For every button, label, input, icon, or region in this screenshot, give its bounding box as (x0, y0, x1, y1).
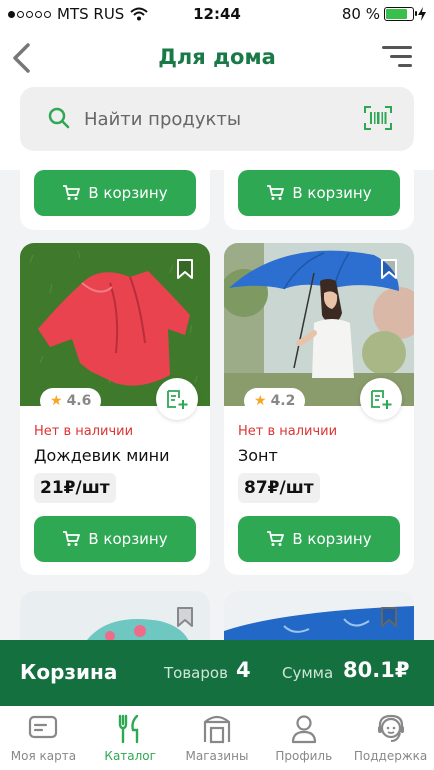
product-name[interactable]: Дождевик мини (34, 446, 170, 465)
cart-icon (267, 531, 285, 546)
product-card[interactable] (224, 591, 414, 640)
star-icon: ★ (50, 393, 63, 409)
product-card-umbrella[interactable]: ★ 4.2 Нет в наличии Зонт 87₽/шт В корзин… (224, 243, 414, 575)
rating-value: 4.2 (270, 393, 296, 409)
add-to-cart-button[interactable]: В корзину (238, 170, 400, 216)
tab-my-card[interactable]: Моя карта (0, 706, 87, 770)
catalog-icon (118, 714, 139, 744)
tab-support[interactable]: Поддержка (347, 706, 434, 770)
product-price: 87₽/шт (238, 473, 320, 503)
add-to-list-icon (371, 390, 392, 409)
rating-badge: ★ 4.2 (244, 388, 306, 414)
product-grid: В корзину В корзину ★ 4.6 Нет в наличии … (0, 170, 434, 640)
add-to-list-button[interactable] (156, 378, 198, 420)
cart-sum-label: Сумма (282, 664, 334, 682)
cart-icon (63, 185, 81, 200)
add-to-cart-button[interactable]: В корзину (238, 516, 400, 562)
tab-label: Поддержка (353, 749, 428, 763)
battery-percent: 80 % (341, 5, 380, 23)
cart-items-label: Товаров (164, 664, 228, 682)
bookmark-icon[interactable] (380, 258, 398, 280)
cart-sum-value: 80.1₽ (343, 658, 410, 682)
search-icon (48, 107, 70, 129)
tab-bar: Моя карта Каталог Магазины Профиль Подде… (0, 706, 434, 770)
tab-label: Каталог (104, 749, 156, 763)
cart-icon (63, 531, 81, 546)
bookmark-icon[interactable] (176, 606, 194, 628)
page-title: Для дома (158, 45, 276, 69)
tab-profile[interactable]: Профиль (260, 706, 347, 770)
product-card[interactable] (20, 591, 210, 640)
search-bar[interactable] (20, 87, 414, 151)
stock-status: Нет в наличии (238, 424, 338, 439)
tab-stores[interactable]: Магазины (174, 706, 261, 770)
add-to-cart-label: В корзину (292, 184, 372, 202)
rating-value: 4.6 (66, 393, 92, 409)
add-to-cart-label: В корзину (88, 184, 168, 202)
support-icon (377, 714, 404, 742)
cart-icon (267, 185, 285, 200)
product-card[interactable]: В корзину (224, 170, 414, 230)
charging-icon (418, 7, 426, 21)
store-icon (203, 715, 231, 744)
bookmark-icon[interactable] (380, 606, 398, 628)
cart-items-count: 4 (236, 658, 251, 682)
bookmark-icon[interactable] (176, 258, 194, 280)
product-price: 21₽/шт (34, 473, 116, 503)
add-to-cart-label: В корзину (292, 530, 372, 548)
sort-menu-icon[interactable] (382, 46, 412, 68)
add-to-list-button[interactable] (360, 378, 402, 420)
add-to-list-icon (167, 390, 188, 409)
header: Для дома (0, 30, 434, 170)
product-card[interactable]: В корзину (20, 170, 210, 230)
tab-label: Профиль (275, 749, 333, 763)
add-to-cart-button[interactable]: В корзину (34, 516, 196, 562)
battery-icon (384, 7, 417, 21)
rating-badge: ★ 4.6 (40, 388, 102, 414)
tab-label: Магазины (185, 749, 249, 763)
product-card-raincoat[interactable]: ★ 4.6 Нет в наличии Дождевик мини 21₽/шт… (20, 243, 210, 575)
add-to-cart-label: В корзину (88, 530, 168, 548)
add-to-cart-button[interactable]: В корзину (34, 170, 196, 216)
cart-title: Корзина (20, 660, 118, 684)
status-bar: MTS RUS 12:44 80 % (0, 0, 434, 30)
profile-icon (291, 715, 316, 744)
barcode-scanner-icon[interactable] (364, 106, 392, 130)
search-input[interactable] (84, 101, 344, 137)
product-name[interactable]: Зонт (238, 446, 278, 465)
stock-status: Нет в наличии (34, 424, 134, 439)
tab-catalog[interactable]: Каталог (87, 706, 174, 770)
tab-label: Моя карта (10, 749, 77, 763)
card-icon (29, 715, 58, 739)
cart-summary-bar[interactable]: Корзина Товаров 4 Сумма 80.1₽ (0, 640, 434, 706)
star-icon: ★ (254, 393, 267, 409)
